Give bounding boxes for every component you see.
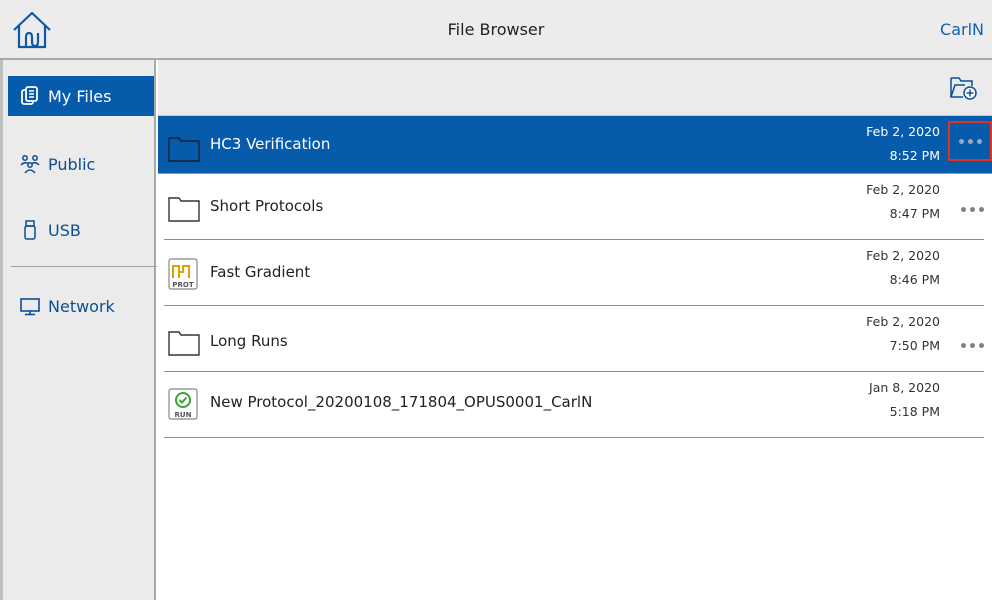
- more-dot: [960, 342, 966, 348]
- file-time: 7:50 PM: [889, 338, 940, 353]
- file-time: 8:46 PM: [889, 272, 940, 287]
- sidebar-item-my-files[interactable]: My Files: [8, 76, 154, 116]
- more-dot: [978, 206, 984, 212]
- file-date: Jan 8, 2020: [869, 380, 940, 395]
- sidebar-item-network[interactable]: Network: [8, 286, 154, 326]
- more-options-button[interactable]: [952, 332, 992, 358]
- user-name[interactable]: CarlN: [940, 0, 984, 60]
- sidebar-item-label: My Files: [48, 86, 112, 106]
- file-toolbar: [158, 60, 992, 116]
- more-dot: [976, 138, 982, 144]
- title-bar: File Browser CarlN: [0, 0, 992, 60]
- file-timestamp: Feb 2, 2020 8:47 PM: [820, 178, 940, 226]
- protocol-file-icon: PROT: [168, 258, 198, 290]
- sidebar-item-usb[interactable]: USB: [8, 210, 154, 250]
- file-date: Feb 2, 2020: [866, 248, 940, 263]
- sidebar-item-label: USB: [48, 220, 81, 240]
- run-file-icon: RUN: [168, 388, 198, 420]
- file-timestamp: Jan 8, 2020 5:18 PM: [820, 376, 940, 424]
- file-row-long-runs[interactable]: Long Runs Feb 2, 2020 7:50 PM: [158, 306, 992, 372]
- file-timestamp: Feb 2, 2020 8:46 PM: [820, 244, 940, 292]
- folder-icon: [168, 331, 200, 356]
- file-row-fast-gradient[interactable]: PROT Fast Gradient Feb 2, 2020 8:46 PM: [158, 240, 992, 306]
- file-name: Long Runs: [210, 332, 288, 350]
- run-badge-text: RUN: [175, 411, 192, 419]
- file-row-hc3-verification[interactable]: HC3 Verification Feb 2, 2020 8:52 PM: [158, 116, 992, 174]
- monitor-icon: [20, 296, 40, 316]
- file-time: 8:47 PM: [889, 206, 940, 221]
- file-list: HC3 Verification Feb 2, 2020 8:52 PM Sho…: [158, 116, 992, 438]
- more-dot: [958, 138, 964, 144]
- sidebar-divider: [11, 266, 157, 267]
- usb-icon: [20, 220, 40, 240]
- folder-icon: [168, 197, 200, 222]
- file-name: HC3 Verification: [210, 135, 331, 153]
- more-dot: [960, 206, 966, 212]
- file-name: New Protocol_20200108_171804_OPUS0001_Ca…: [210, 393, 593, 411]
- sidebar-item-label: Public: [48, 154, 96, 174]
- file-date: Feb 2, 2020: [866, 124, 940, 139]
- protocol-badge-text: PROT: [172, 281, 193, 289]
- people-icon: [20, 154, 40, 174]
- sidebar-item-public[interactable]: Public: [8, 144, 154, 184]
- sidebar-item-label: Network: [48, 296, 115, 316]
- row-divider: [164, 437, 984, 438]
- more-dot: [967, 138, 973, 144]
- new-folder-button[interactable]: [948, 72, 978, 102]
- more-options-button[interactable]: [948, 121, 992, 161]
- sidebar: My Files Public USB Network: [0, 60, 157, 600]
- file-time: 8:52 PM: [889, 148, 940, 163]
- page-title: File Browser: [447, 20, 545, 39]
- more-dot: [969, 206, 975, 212]
- file-name: Fast Gradient: [210, 263, 311, 281]
- file-timestamp: Feb 2, 2020 8:52 PM: [820, 120, 940, 168]
- file-row-new-protocol[interactable]: RUN New Protocol_20200108_171804_OPUS000…: [158, 372, 992, 438]
- file-row-short-protocols[interactable]: Short Protocols Feb 2, 2020 8:47 PM: [158, 174, 992, 240]
- file-time: 5:18 PM: [889, 404, 940, 419]
- file-timestamp: Feb 2, 2020 7:50 PM: [820, 310, 940, 358]
- files-icon: [20, 86, 40, 106]
- more-dot: [978, 342, 984, 348]
- file-name: Short Protocols: [210, 197, 324, 215]
- file-date: Feb 2, 2020: [866, 182, 940, 197]
- new-folder-icon: [950, 77, 977, 100]
- more-options-button[interactable]: [952, 196, 992, 222]
- folder-icon: [168, 137, 200, 162]
- more-dot: [969, 342, 975, 348]
- file-date: Feb 2, 2020: [866, 314, 940, 329]
